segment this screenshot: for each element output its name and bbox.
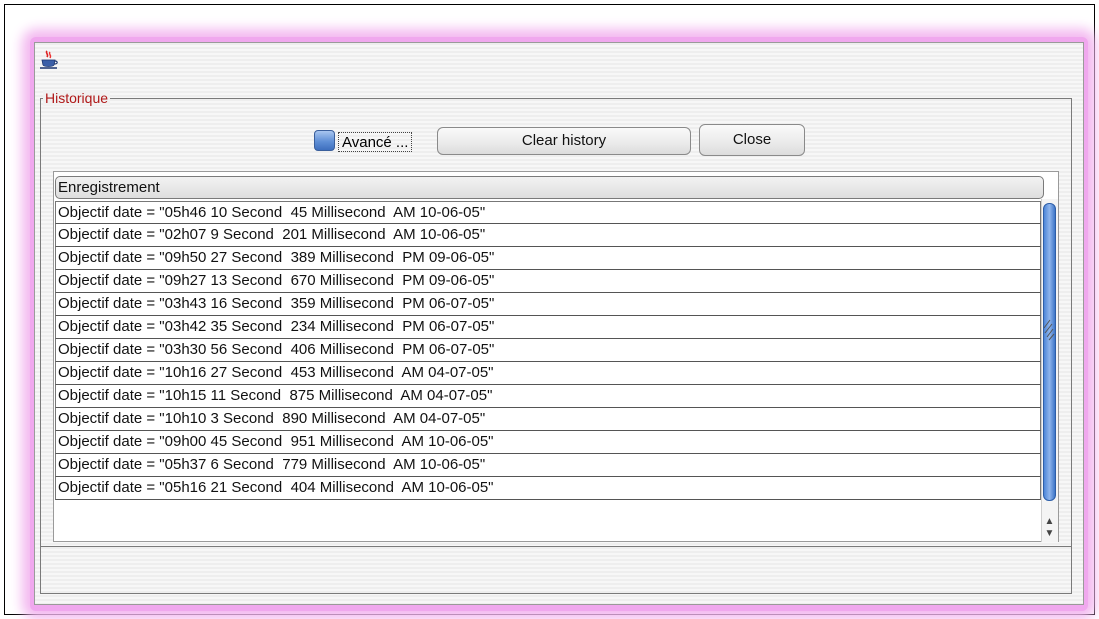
scrollbar-thumb[interactable]	[1043, 203, 1056, 501]
table-row[interactable]: Objectif date = "10h16 27 Second 453 Mil…	[55, 362, 1041, 385]
table-row[interactable]: Objectif date = "03h43 16 Second 359 Mil…	[55, 293, 1041, 316]
table-row[interactable]: Objectif date = "05h46 10 Second 45 Mill…	[55, 201, 1041, 224]
table-row[interactable]: Objectif date = "09h50 27 Second 389 Mil…	[55, 247, 1041, 270]
table-row[interactable]: Objectif date = "03h30 56 Second 406 Mil…	[55, 339, 1041, 362]
clear-history-button[interactable]: Clear history	[437, 127, 691, 155]
close-button[interactable]: Close	[699, 124, 805, 156]
history-rows: Objectif date = "05h46 10 Second 45 Mill…	[55, 201, 1041, 539]
table-row[interactable]: Objectif date = "10h10 3 Second 890 Mill…	[55, 408, 1041, 431]
table-row[interactable]: Objectif date = "10h15 11 Second 875 Mil…	[55, 385, 1041, 408]
advanced-checkbox[interactable]	[314, 130, 335, 151]
table-row[interactable]: Objectif date = "02h07 9 Second 201 Mill…	[55, 224, 1041, 247]
table-row[interactable]: Objectif date = "09h00 45 Second 951 Mil…	[55, 431, 1041, 454]
advanced-checkbox-label[interactable]: Avancé ...	[338, 132, 413, 152]
scrollbar-grip-icon	[1043, 319, 1055, 341]
table-row[interactable]: Objectif date = "09h27 13 Second 670 Mil…	[55, 270, 1041, 293]
table-row[interactable]: Objectif date = "05h37 6 Second 779 Mill…	[55, 454, 1041, 477]
table-row[interactable]: Objectif date = "05h16 21 Second 404 Mil…	[55, 477, 1041, 500]
column-header-enregistrement[interactable]: Enregistrement	[55, 176, 1044, 199]
bottom-panel	[40, 546, 1072, 594]
table-row[interactable]: Objectif date = "03h42 35 Second 234 Mil…	[55, 316, 1041, 339]
scroll-down-arrow-icon[interactable]: ▼	[1043, 527, 1056, 540]
group-legend: Historique	[43, 90, 111, 106]
java-coffee-cup-icon[interactable]	[38, 49, 60, 71]
